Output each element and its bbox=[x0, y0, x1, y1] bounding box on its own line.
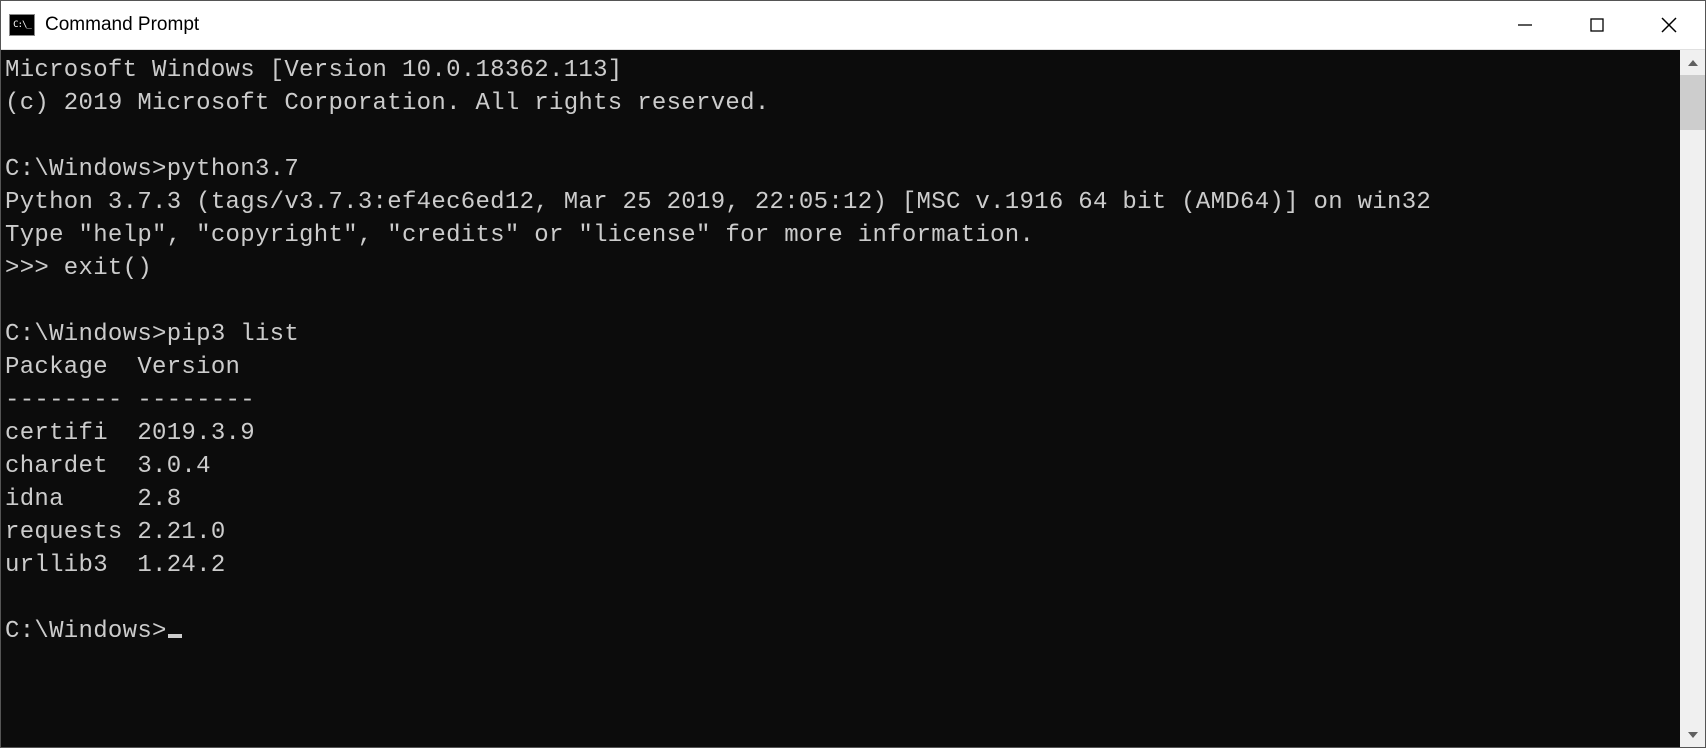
scroll-track[interactable] bbox=[1680, 75, 1705, 722]
titlebar-left: Command Prompt bbox=[1, 14, 199, 36]
terminal-line: Microsoft Windows [Version 10.0.18362.11… bbox=[5, 57, 623, 84]
window-title: Command Prompt bbox=[45, 14, 199, 36]
close-icon bbox=[1661, 17, 1677, 33]
terminal-line: certifi 2019.3.9 bbox=[5, 420, 255, 447]
terminal-line: idna 2.8 bbox=[5, 486, 181, 513]
terminal-line: urllib3 1.24.2 bbox=[5, 552, 226, 579]
scroll-thumb[interactable] bbox=[1680, 75, 1705, 130]
window-controls bbox=[1489, 1, 1705, 49]
terminal-line: (c) 2019 Microsoft Corporation. All righ… bbox=[5, 90, 770, 117]
terminal[interactable]: Microsoft Windows [Version 10.0.18362.11… bbox=[1, 50, 1680, 747]
terminal-line: requests 2.21.0 bbox=[5, 519, 226, 546]
titlebar[interactable]: Command Prompt bbox=[1, 1, 1705, 50]
terminal-line: Python 3.7.3 (tags/v3.7.3:ef4ec6ed12, Ma… bbox=[5, 189, 1431, 216]
close-button[interactable] bbox=[1633, 1, 1705, 49]
scrollbar[interactable] bbox=[1680, 50, 1705, 747]
terminal-line: >>> exit() bbox=[5, 255, 152, 282]
terminal-line: C:\Windows> bbox=[5, 618, 167, 645]
terminal-line: -------- -------- bbox=[5, 387, 255, 414]
maximize-button[interactable] bbox=[1561, 1, 1633, 49]
terminal-line: Type "help", "copyright", "credits" or "… bbox=[5, 222, 1034, 249]
cursor-icon bbox=[168, 634, 182, 638]
terminal-area: Microsoft Windows [Version 10.0.18362.11… bbox=[1, 50, 1705, 747]
terminal-line: chardet 3.0.4 bbox=[5, 453, 211, 480]
scroll-up-icon[interactable] bbox=[1680, 50, 1705, 75]
terminal-line: Package Version bbox=[5, 354, 240, 381]
terminal-line: C:\Windows>pip3 list bbox=[5, 321, 299, 348]
scroll-down-icon[interactable] bbox=[1680, 722, 1705, 747]
maximize-icon bbox=[1589, 17, 1605, 33]
app-icon bbox=[9, 14, 35, 36]
minimize-button[interactable] bbox=[1489, 1, 1561, 49]
minimize-icon bbox=[1517, 17, 1533, 33]
terminal-line: C:\Windows>python3.7 bbox=[5, 156, 299, 183]
